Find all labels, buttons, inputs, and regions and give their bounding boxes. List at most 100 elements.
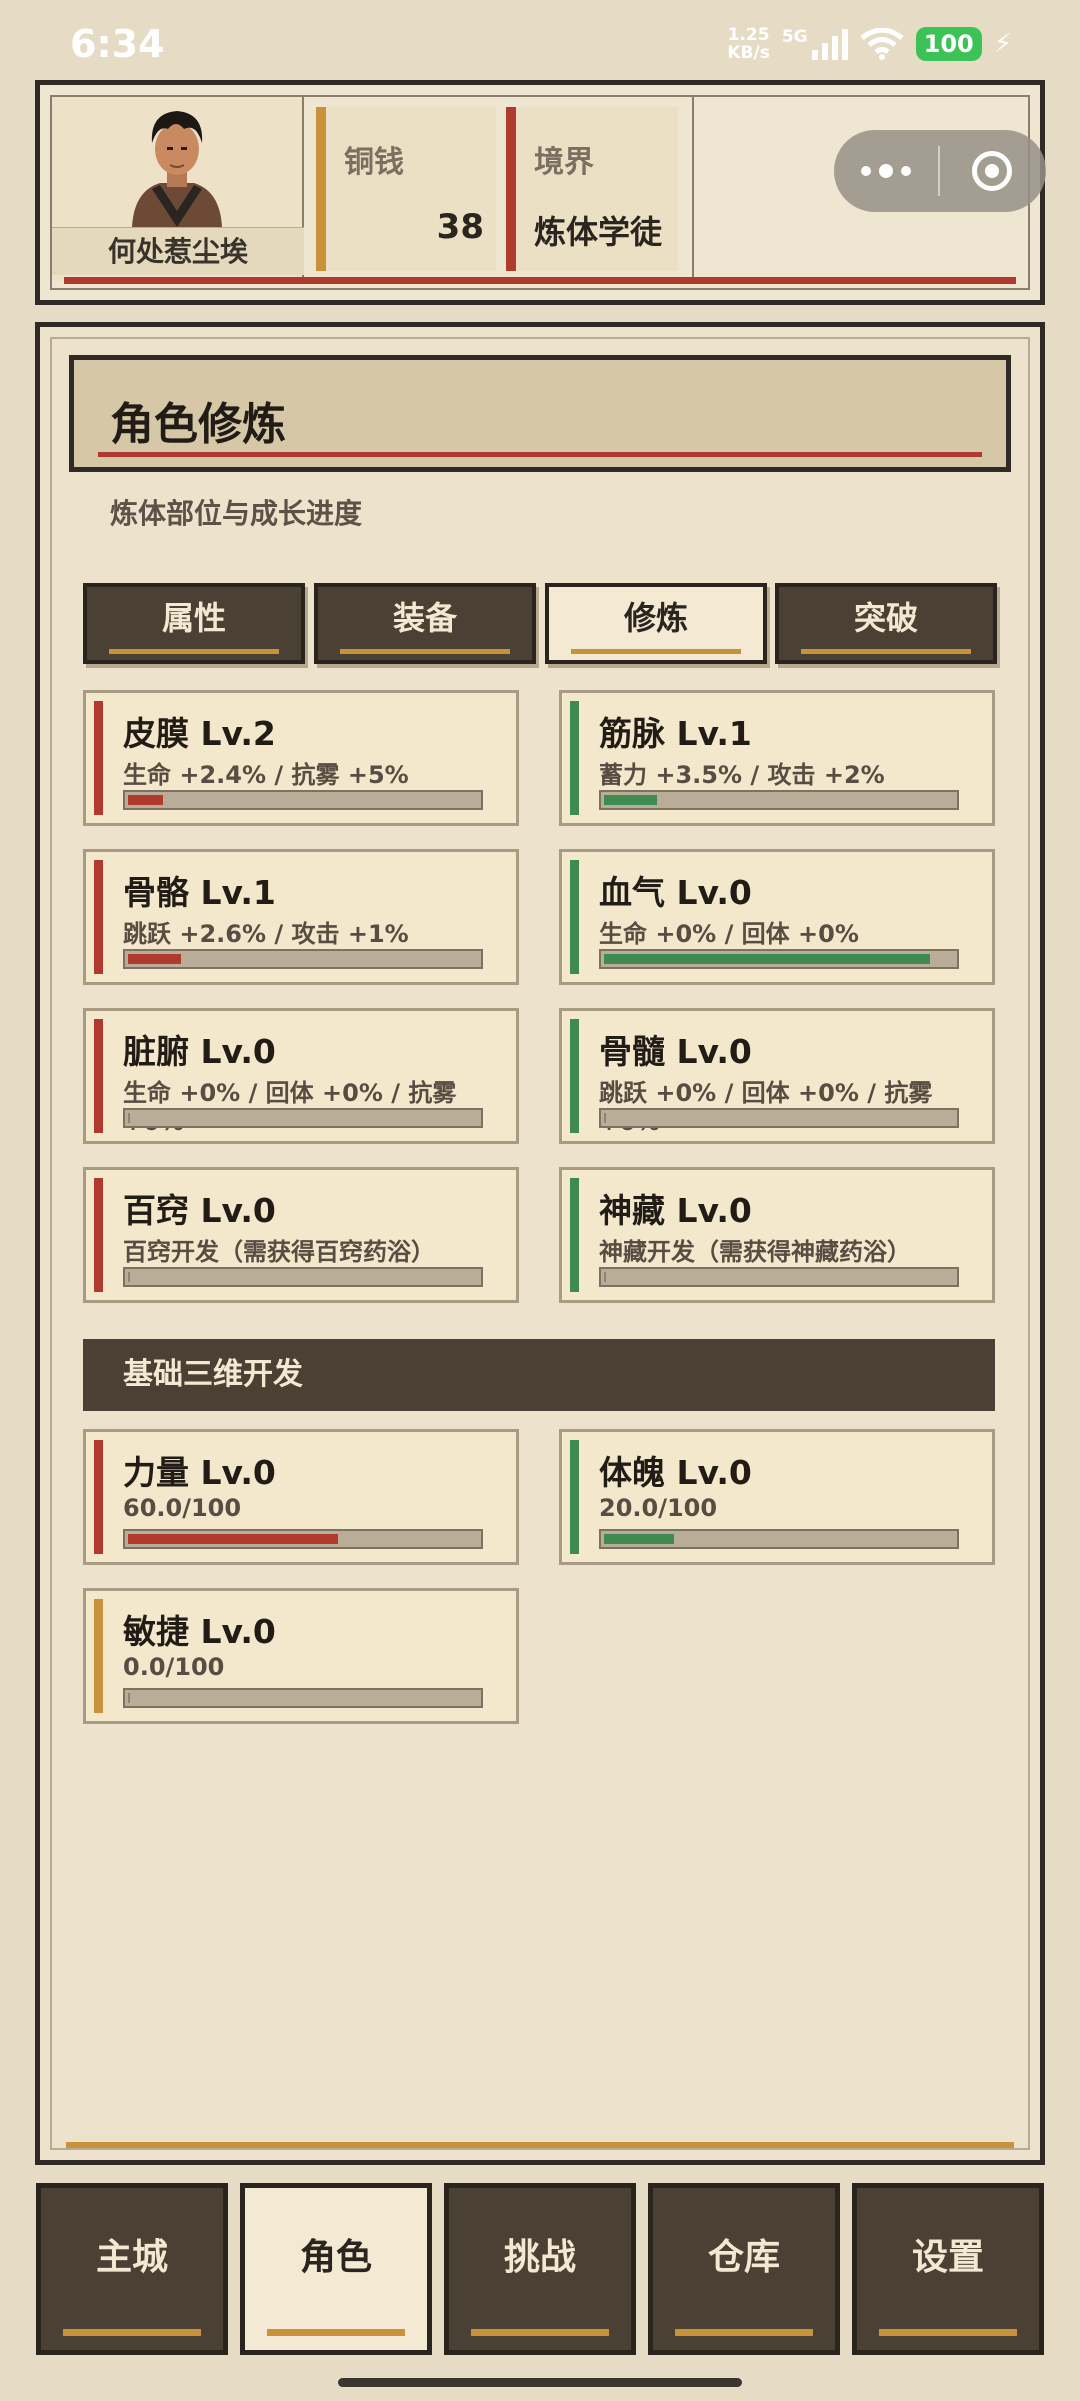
cultivation-card[interactable]: 神藏 Lv.0 神藏开发（需获得神藏药浴）: [559, 1167, 995, 1303]
home-indicator[interactable]: [338, 2378, 742, 2387]
status-time: 6:34: [70, 22, 165, 66]
avatar[interactable]: 何处惹尘埃: [52, 97, 304, 281]
progress-fill: [604, 954, 930, 964]
more-icon[interactable]: [834, 164, 938, 178]
page-subtitle: 炼体部位与成长进度: [110, 497, 363, 530]
card-title: 脏腑 Lv.0: [123, 1032, 276, 1071]
nav-underline: [471, 2329, 609, 2336]
progress-bar: [123, 949, 483, 969]
card-description: 跳跃 +2.6% / 攻击 +1%: [123, 920, 409, 948]
cultivation-card[interactable]: 皮膜 Lv.2 生命 +2.4% / 抗雾 +5%: [83, 690, 519, 826]
progress-fill: [128, 1272, 130, 1282]
nav-label: 主城: [95, 2237, 168, 2278]
nav-underline: [879, 2329, 1017, 2336]
cultivation-card[interactable]: 脏腑 Lv.0生命 +0% / 回体 +0% / 抗雾 +0%: [83, 1008, 519, 1144]
nav-character[interactable]: 角色: [240, 2183, 432, 2355]
progress-fill: [128, 1693, 130, 1703]
card-accent: [570, 701, 579, 815]
card-accent: [570, 860, 579, 974]
card-title: 力量 Lv.0: [123, 1453, 276, 1492]
card-accent: [570, 1440, 579, 1554]
tab-underline: [109, 649, 279, 654]
card-accent: [94, 1178, 103, 1292]
character-portrait-icon: [132, 111, 222, 227]
card-description: 60.0/100: [123, 1494, 242, 1522]
copper-accent: [316, 107, 326, 271]
nav-underline: [267, 2329, 405, 2336]
card-title: 体魄 Lv.0: [599, 1453, 752, 1492]
progress-fill: [128, 1113, 130, 1123]
progress-bar: [123, 1108, 483, 1128]
base-stat-card[interactable]: 力量 Lv.0 60.0/100: [83, 1429, 519, 1565]
network-type: 5G: [781, 27, 808, 47]
base-stat-card[interactable]: 敏捷 Lv.0 0.0/100: [83, 1588, 519, 1724]
tab-label: 装备: [392, 599, 457, 637]
status-bar: 6:34 1.25 KB/s 5G 100 ⚡: [0, 0, 1080, 80]
cultivation-card[interactable]: 骨髓 Lv.0跳跃 +0% / 回体 +0% / 抗雾 +0%: [559, 1008, 995, 1144]
card-title: 敏捷 Lv.0: [123, 1612, 276, 1651]
progress-bar: [123, 1529, 483, 1549]
cultivation-card[interactable]: 血气 Lv.0 生命 +0% / 回体 +0%: [559, 849, 995, 985]
card-title: 百窍 Lv.0: [123, 1191, 276, 1230]
tab-underline: [340, 649, 510, 654]
progress-bar: [123, 1267, 483, 1287]
progress-bar: [599, 1267, 959, 1287]
base-stats-header: 基础三维开发: [83, 1339, 995, 1411]
nav-settings[interactable]: 设置: [852, 2183, 1044, 2355]
nav-label: 仓库: [707, 2237, 780, 2278]
realm-card: 境界 炼体学徒: [506, 107, 678, 271]
nav-label: 挑战: [503, 2237, 576, 2278]
card-title: 皮膜 Lv.2: [123, 714, 276, 753]
progress-fill: [604, 795, 657, 805]
nav-main-city[interactable]: 主城: [36, 2183, 228, 2355]
nav-underline: [675, 2329, 813, 2336]
card-title: 骨骼 Lv.1: [123, 873, 276, 912]
card-accent: [94, 860, 103, 974]
tab-label: 修炼: [623, 599, 688, 637]
tab-equipment[interactable]: 装备: [314, 583, 536, 664]
miniprogram-capsule: [834, 130, 1046, 212]
realm-accent: [506, 107, 516, 271]
wifi-icon: [860, 28, 904, 60]
nav-warehouse[interactable]: 仓库: [648, 2183, 840, 2355]
card-description: 神藏开发（需获得神藏药浴）: [599, 1238, 911, 1266]
card-description: 生命 +0% / 回体 +0%: [599, 920, 859, 948]
battery-indicator: 100: [915, 27, 982, 61]
network-speed: 1.25 KB/s: [727, 25, 770, 63]
main-panel-bottom-line: [66, 2142, 1014, 2148]
card-title: 骨髓 Lv.0: [599, 1032, 752, 1071]
cultivation-card[interactable]: 百窍 Lv.0 百窍开发（需获得百窍药浴）: [83, 1167, 519, 1303]
card-title: 筋脉 Lv.1: [599, 714, 752, 753]
card-description: 蓄力 +3.5% / 攻击 +2%: [599, 761, 885, 789]
progress-fill: [604, 1534, 674, 1544]
card-accent: [94, 1440, 103, 1554]
tab-underline: [571, 649, 741, 654]
base-stat-card[interactable]: 体魄 Lv.0 20.0/100: [559, 1429, 995, 1565]
tab-attributes[interactable]: 属性: [83, 583, 305, 664]
progress-fill: [604, 1272, 606, 1282]
close-target-icon[interactable]: [940, 151, 1044, 191]
header-underline: [64, 277, 1016, 284]
tab-label: 属性: [161, 599, 226, 637]
progress-bar: [123, 790, 483, 810]
tab-underline: [801, 649, 971, 654]
cultivation-card[interactable]: 筋脉 Lv.1 蓄力 +3.5% / 攻击 +2%: [559, 690, 995, 826]
tab-cultivation[interactable]: 修炼: [545, 583, 767, 664]
copper-label: 铜钱: [344, 145, 404, 180]
realm-value: 炼体学徒: [534, 213, 663, 251]
nav-challenge[interactable]: 挑战: [444, 2183, 636, 2355]
progress-fill: [604, 1113, 606, 1123]
nav-label: 设置: [911, 2237, 984, 2278]
page-title: 角色修炼: [110, 399, 286, 450]
page-title-box: 角色修炼: [69, 355, 1011, 472]
progress-fill: [128, 795, 163, 805]
progress-bar: [599, 790, 959, 810]
tab-breakthrough[interactable]: 突破: [775, 583, 997, 664]
progress-fill: [128, 1534, 338, 1544]
charging-icon: ⚡: [993, 29, 1012, 59]
nav-label: 角色: [299, 2237, 372, 2278]
player-name: 何处惹尘埃: [52, 227, 304, 275]
progress-bar: [599, 1108, 959, 1128]
cultivation-card[interactable]: 骨骼 Lv.1 跳跃 +2.6% / 攻击 +1%: [83, 849, 519, 985]
card-accent: [94, 1599, 103, 1713]
